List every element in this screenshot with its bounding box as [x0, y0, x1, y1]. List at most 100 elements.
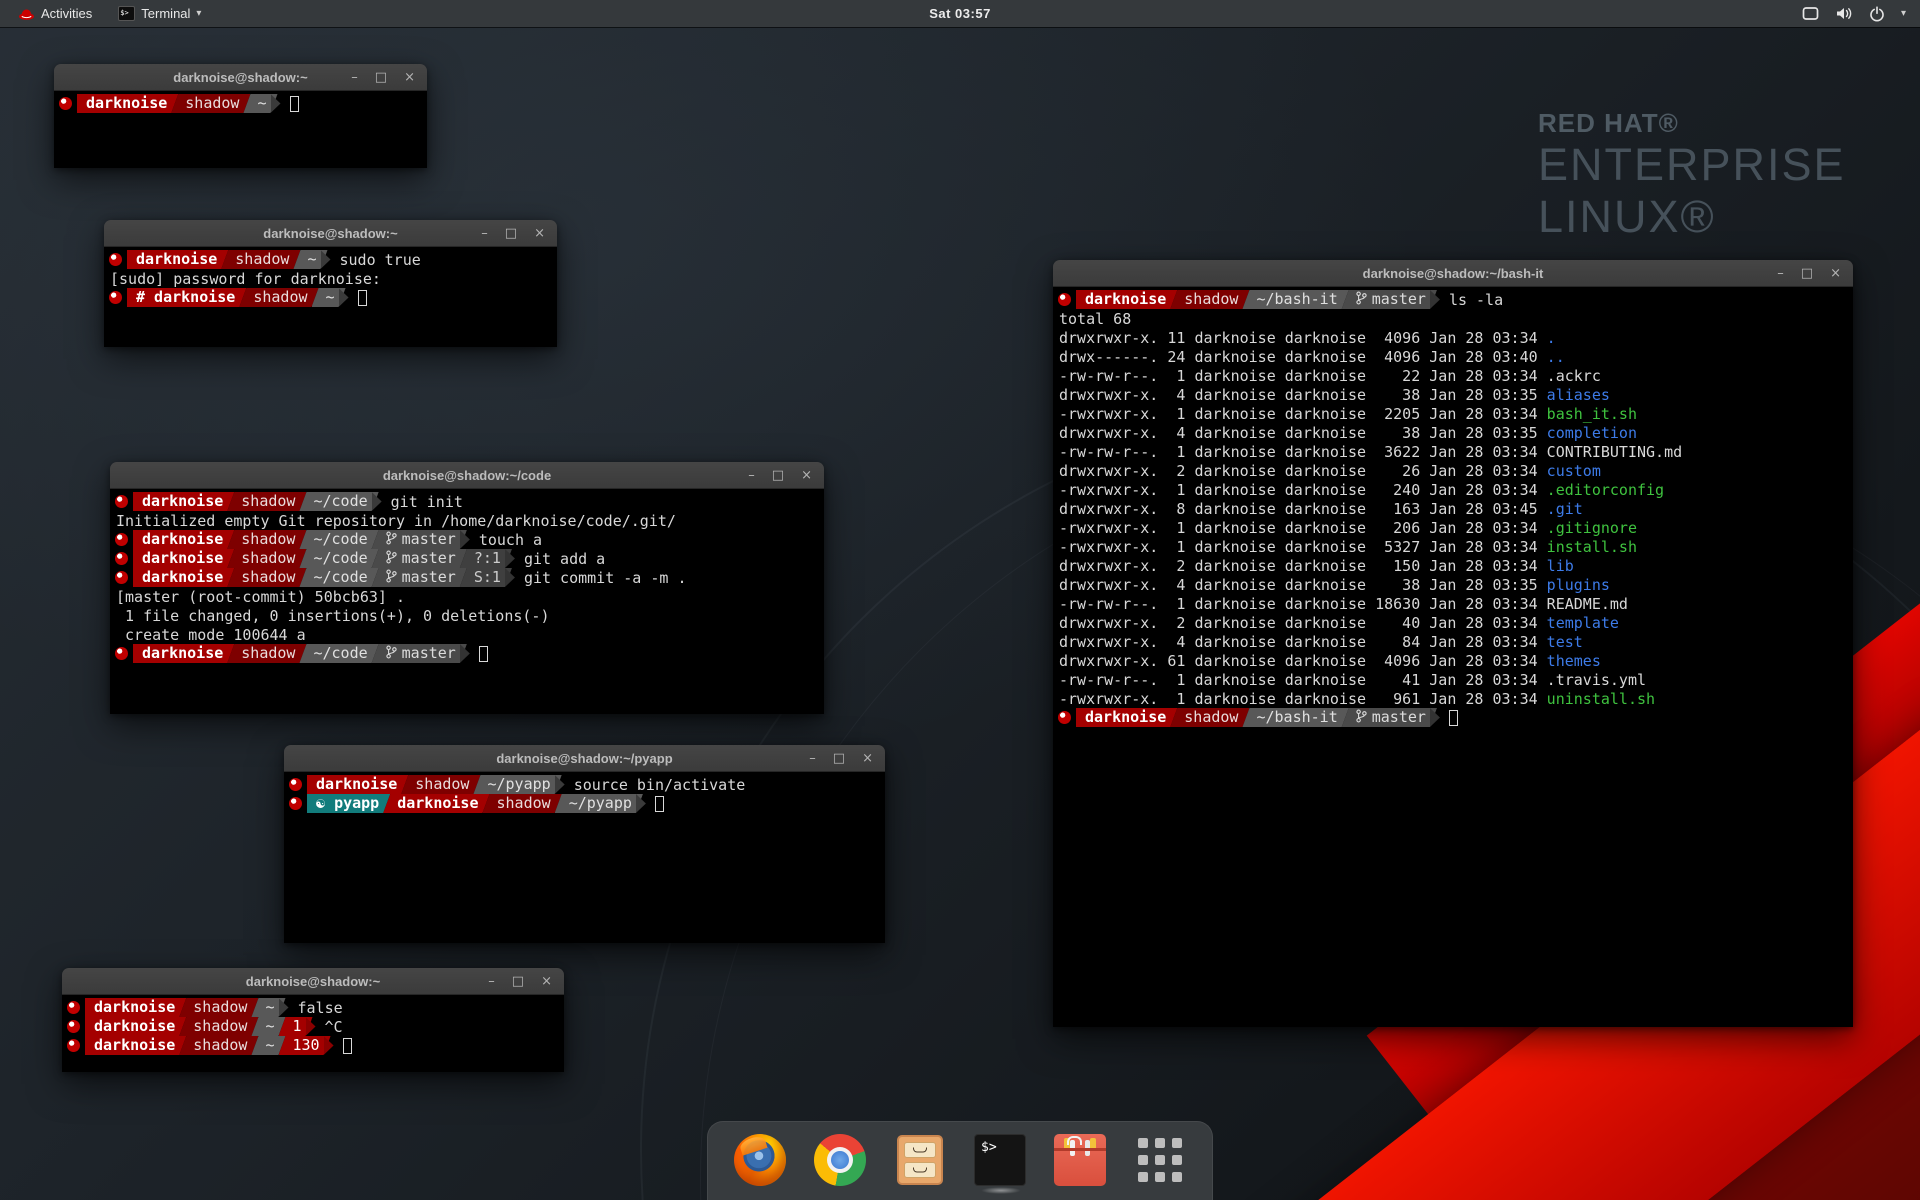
ls-row-meta: drwxrwxr-x. 11 darknoise darknoise 4096 …: [1055, 329, 1547, 347]
prompt-segment-user: darknoise: [1076, 290, 1177, 309]
rhel-watermark-line1: RED HAT®: [1538, 108, 1846, 139]
ls-row-filename: custom: [1547, 462, 1601, 480]
firefox-icon[interactable]: [734, 1134, 786, 1186]
ls-row-filename: install.sh: [1547, 538, 1637, 556]
prompt-segment-path: ~/pyapp: [555, 794, 643, 813]
ls-row-meta: -rw-rw-r--. 1 darknoise darknoise 41 Jan…: [1055, 671, 1547, 689]
close-button[interactable]: ×: [534, 220, 545, 247]
close-button[interactable]: ×: [404, 64, 415, 91]
terminal-line: darknoiseshadow~/bash-itmasterls -la: [1055, 290, 1851, 309]
redhat-prompt-icon: [289, 778, 302, 791]
activities-button[interactable]: Activities: [8, 0, 102, 27]
terminal-body[interactable]: darknoiseshadow~: [54, 91, 427, 168]
terminal-window-sudo[interactable]: darknoise@shadow:~ – □ × darknoiseshadow…: [104, 220, 557, 347]
title-bar[interactable]: darknoise@shadow:~ – □ ×: [104, 220, 557, 247]
ls-row-filename: CONTRIBUTING.md: [1547, 443, 1682, 461]
close-button[interactable]: ×: [1830, 260, 1841, 287]
terminal-window-home-1[interactable]: darknoise@shadow:~ – □ × darknoiseshadow…: [54, 64, 427, 168]
maximize-button[interactable]: □: [512, 968, 524, 995]
app-grid-icon[interactable]: [1134, 1134, 1186, 1186]
terminal-line: ☯ pyappdarknoiseshadow~/pyapp: [286, 794, 883, 813]
dock: $>: [707, 1121, 1213, 1200]
title-bar[interactable]: darknoise@shadow:~/bash-it – □ ×: [1053, 260, 1853, 287]
ls-row-meta: drwxrwxr-x. 4 darknoise darknoise 38 Jan…: [1055, 576, 1547, 594]
minimize-button[interactable]: –: [748, 462, 755, 489]
minimize-button[interactable]: –: [809, 745, 816, 772]
terminal-line: [master (root-commit) 50bcb63] .: [112, 587, 822, 606]
command-text: git add a: [524, 550, 605, 568]
title-bar[interactable]: darknoise@shadow:~ – □ ×: [62, 968, 564, 995]
ls-row-filename: .git: [1547, 500, 1583, 518]
terminal-line: darknoiseshadow~: [56, 94, 425, 113]
redhat-logo-icon: [18, 7, 35, 21]
prompt-segment-host: shadow: [1170, 708, 1249, 727]
title-bar[interactable]: darknoise@shadow:~/code – □ ×: [110, 462, 824, 489]
prompt-segment-user: darknoise: [133, 530, 234, 549]
minimize-button[interactable]: –: [1777, 260, 1784, 287]
maximize-button[interactable]: □: [833, 745, 845, 772]
toolbox-lid: [1054, 1148, 1106, 1151]
clock[interactable]: Sat 03:57: [929, 6, 991, 21]
terminal-line: darknoiseshadow~/pyappsource bin/activat…: [286, 775, 883, 794]
terminal-window-bash-it[interactable]: darknoise@shadow:~/bash-it – □ × darknoi…: [1053, 260, 1853, 1027]
terminal-window-code[interactable]: darknoise@shadow:~/code – □ × darknoise s…: [110, 462, 824, 714]
output-text: [master (root-commit) 50bcb63] .: [112, 588, 405, 606]
volume-icon[interactable]: [1835, 6, 1853, 21]
terminal-body[interactable]: darknoiseshadow~sudo true[sudo] password…: [104, 247, 557, 347]
minimize-button[interactable]: –: [351, 64, 358, 91]
terminal-body[interactable]: darknoiseshadow~/codegit initInitialized…: [110, 489, 824, 714]
rhel-watermark-line2: ENTERPRISE: [1538, 139, 1846, 191]
maximize-button[interactable]: □: [505, 220, 517, 247]
chrome-icon[interactable]: [814, 1134, 866, 1186]
maximize-button[interactable]: □: [375, 64, 387, 91]
minimize-button[interactable]: –: [481, 220, 488, 247]
output-text: Initialized empty Git repository in /hom…: [112, 512, 676, 530]
terminal-icon[interactable]: $>: [974, 1134, 1026, 1186]
display-icon[interactable]: [1802, 6, 1819, 21]
prompt-segment-host: shadow: [227, 644, 306, 663]
terminal-line: drwxrwxr-x. 2 darknoise darknoise 40 Jan…: [1055, 613, 1851, 632]
prompt-segment-branch: master: [372, 549, 467, 568]
terminal-body[interactable]: darknoiseshadow~falsedarknoiseshadow~1^C…: [62, 995, 564, 1072]
terminal-cursor: [343, 1038, 352, 1054]
prompt-segment-path: ~/bash-it: [1242, 290, 1348, 309]
ls-row-meta: drwxrwxr-x. 61 darknoise darknoise 4096 …: [1055, 652, 1547, 670]
close-button[interactable]: ×: [862, 745, 873, 772]
prompt-segment-branch: master: [372, 530, 467, 549]
terminal-body[interactable]: darknoiseshadow~/bash-itmasterls -latota…: [1053, 287, 1853, 1027]
terminal-window-pyapp[interactable]: darknoise@shadow:~/pyapp – □ × darknoise…: [284, 745, 885, 943]
power-icon[interactable]: [1869, 6, 1885, 22]
redhat-prompt-icon: [115, 495, 128, 508]
redhat-prompt-icon: [109, 253, 122, 266]
title-bar[interactable]: darknoise@shadow:~ – □ ×: [54, 64, 427, 91]
close-button[interactable]: ×: [541, 968, 552, 995]
terminal-line: darknoiseshadow~/bash-itmaster: [1055, 708, 1851, 727]
toolbox-icon[interactable]: [1054, 1134, 1106, 1186]
git-branch-icon: [386, 550, 397, 564]
maximize-button[interactable]: □: [1801, 260, 1813, 287]
prompt-segment-user: darknoise: [85, 998, 186, 1017]
terminal-line: drwxrwxr-x. 2 darknoise darknoise 150 Ja…: [1055, 556, 1851, 575]
prompt-segment-user: darknoise: [133, 568, 234, 587]
terminal-line: -rwxrwxr-x. 1 darknoise darknoise 5327 J…: [1055, 537, 1851, 556]
ls-row-filename: aliases: [1547, 386, 1610, 404]
app-menu-terminal[interactable]: $> Terminal ▾: [108, 0, 211, 27]
terminal-line: # darknoiseshadow~: [106, 288, 555, 307]
minimize-button[interactable]: –: [488, 968, 495, 995]
close-button[interactable]: ×: [801, 462, 812, 489]
terminal-line: darknoiseshadow~sudo true: [106, 250, 555, 269]
prompt-segment-path: ~/code: [299, 568, 378, 587]
terminal-window-home-2[interactable]: darknoise@shadow:~ – □ × darknoiseshadow…: [62, 968, 564, 1072]
title-bar[interactable]: darknoise@shadow:~/pyapp – □ ×: [284, 745, 885, 772]
caret-down-icon[interactable]: ▾: [1901, 8, 1906, 19]
command-text: sudo true: [340, 251, 421, 269]
prompt-segment-user: darknoise: [127, 250, 228, 269]
terminal-body[interactable]: darknoiseshadow~/pyappsource bin/activat…: [284, 772, 885, 943]
prompt-segment-user: darknoise: [77, 94, 178, 113]
prompt-segment-venv: ☯ pyapp: [307, 794, 390, 813]
ls-row-meta: -rw-rw-r--. 1 darknoise darknoise 3622 J…: [1055, 443, 1547, 461]
prompt-segment-path: ~/bash-it: [1242, 708, 1348, 727]
maximize-button[interactable]: □: [772, 462, 784, 489]
files-icon[interactable]: [894, 1134, 946, 1186]
prompt-segment-user: darknoise: [85, 1036, 186, 1055]
